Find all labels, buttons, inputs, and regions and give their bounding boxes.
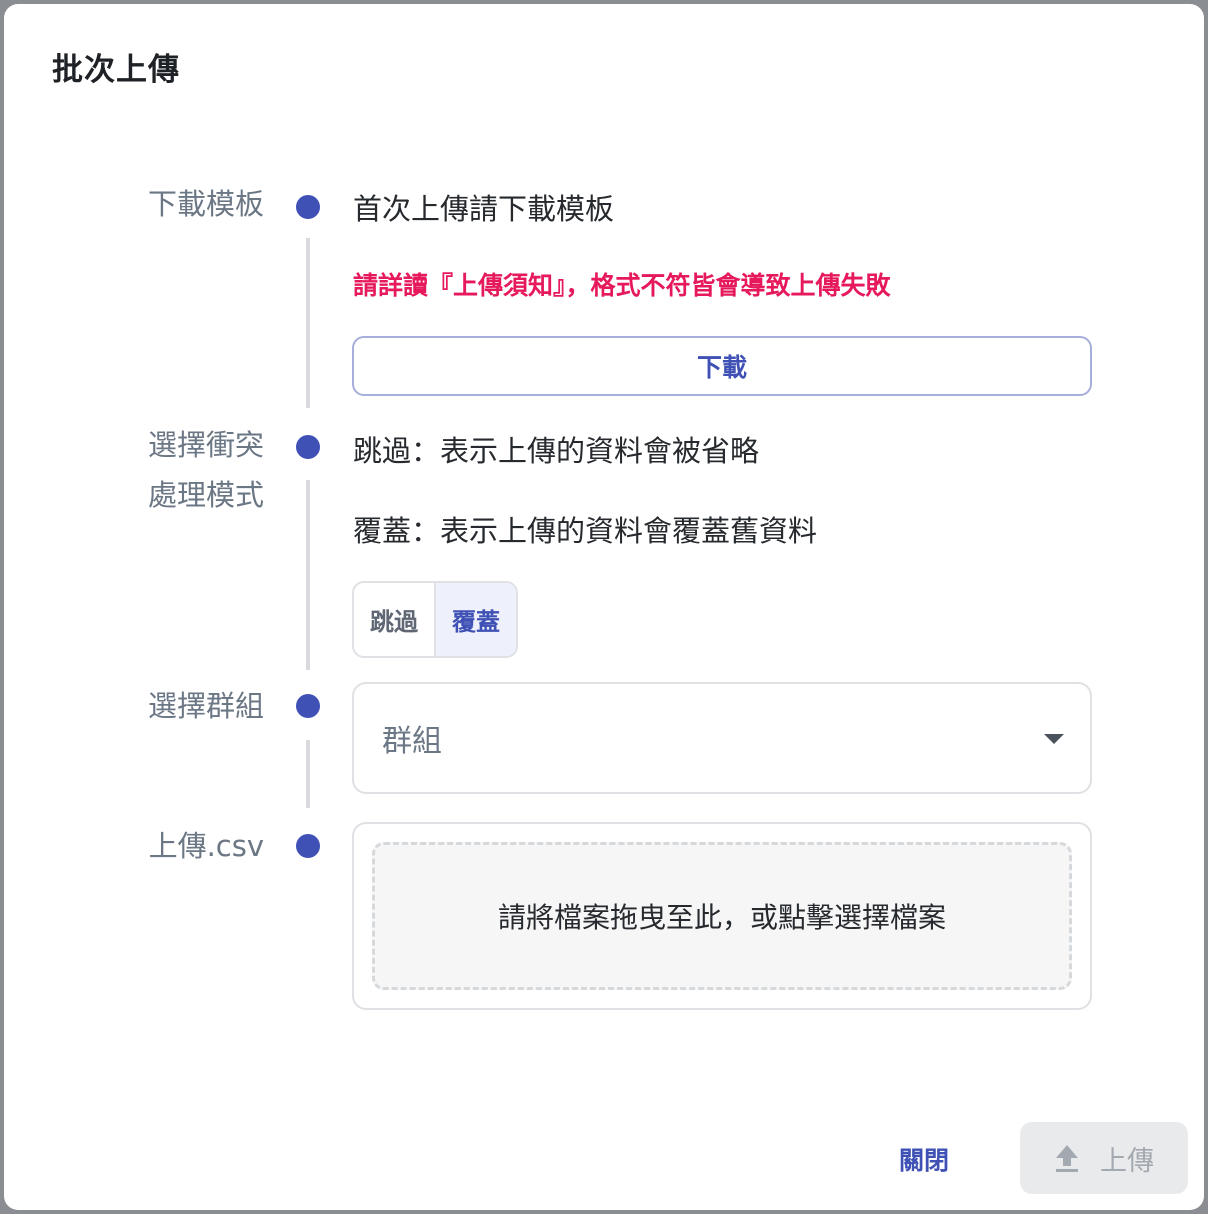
step-dot-1 bbox=[296, 195, 320, 219]
group-select-placeholder: 群組 bbox=[382, 724, 442, 759]
step-label-conflict-line2: 處理模式 bbox=[147, 478, 264, 512]
file-upload-box: 請將檔案拖曳至此，或點擊選擇檔案 bbox=[352, 822, 1092, 1010]
step-connector-3 bbox=[306, 740, 310, 808]
upload-icon bbox=[1056, 1145, 1078, 1172]
step-connector-1 bbox=[306, 238, 310, 408]
group-select[interactable]: 群組 bbox=[352, 682, 1092, 794]
upload-button-label: 上傳 bbox=[1100, 1145, 1154, 1177]
close-button[interactable]: 關閉 bbox=[884, 1130, 964, 1188]
toggle-option-overwrite[interactable]: 覆蓋 bbox=[434, 583, 516, 656]
dialog-title: 批次上傳 bbox=[52, 52, 180, 88]
step-dot-4 bbox=[296, 834, 320, 858]
step-label-download-template: 下載模板 bbox=[147, 187, 264, 221]
step-connector-2 bbox=[306, 480, 310, 670]
step-label-conflict-mode: 選擇衝突 處理模式 bbox=[84, 420, 264, 520]
overwrite-description: 覆蓋：表示上傳的資料會覆蓋舊資料 bbox=[353, 514, 818, 548]
step-label-upload-csv: 上傳.csv bbox=[148, 829, 264, 863]
toggle-option-skip[interactable]: 跳過 bbox=[354, 583, 434, 656]
skip-description: 跳過：表示上傳的資料會被省略 bbox=[353, 434, 760, 468]
file-dropzone[interactable]: 請將檔案拖曳至此，或點擊選擇檔案 bbox=[372, 842, 1072, 990]
step-label-select-group: 選擇群組 bbox=[147, 689, 264, 723]
conflict-mode-toggle: 跳過 覆蓋 bbox=[352, 581, 518, 658]
step-dot-2 bbox=[296, 435, 320, 459]
upload-warning: 請詳讀『上傳須知』，格式不符皆會導致上傳失敗 bbox=[353, 271, 891, 300]
upload-button[interactable]: 上傳 bbox=[1020, 1122, 1188, 1194]
batch-upload-dialog: 批次上傳 下載模板 首次上傳請下載模板 請詳讀『上傳須知』，格式不符皆會導致上傳… bbox=[4, 4, 1204, 1210]
download-template-button[interactable]: 下載 bbox=[352, 336, 1092, 396]
step-dot-3 bbox=[296, 694, 320, 718]
chevron-down-icon bbox=[1044, 734, 1064, 744]
step-label-conflict-line1: 選擇衝突 bbox=[147, 428, 264, 462]
download-hint: 首次上傳請下載模板 bbox=[353, 192, 615, 226]
